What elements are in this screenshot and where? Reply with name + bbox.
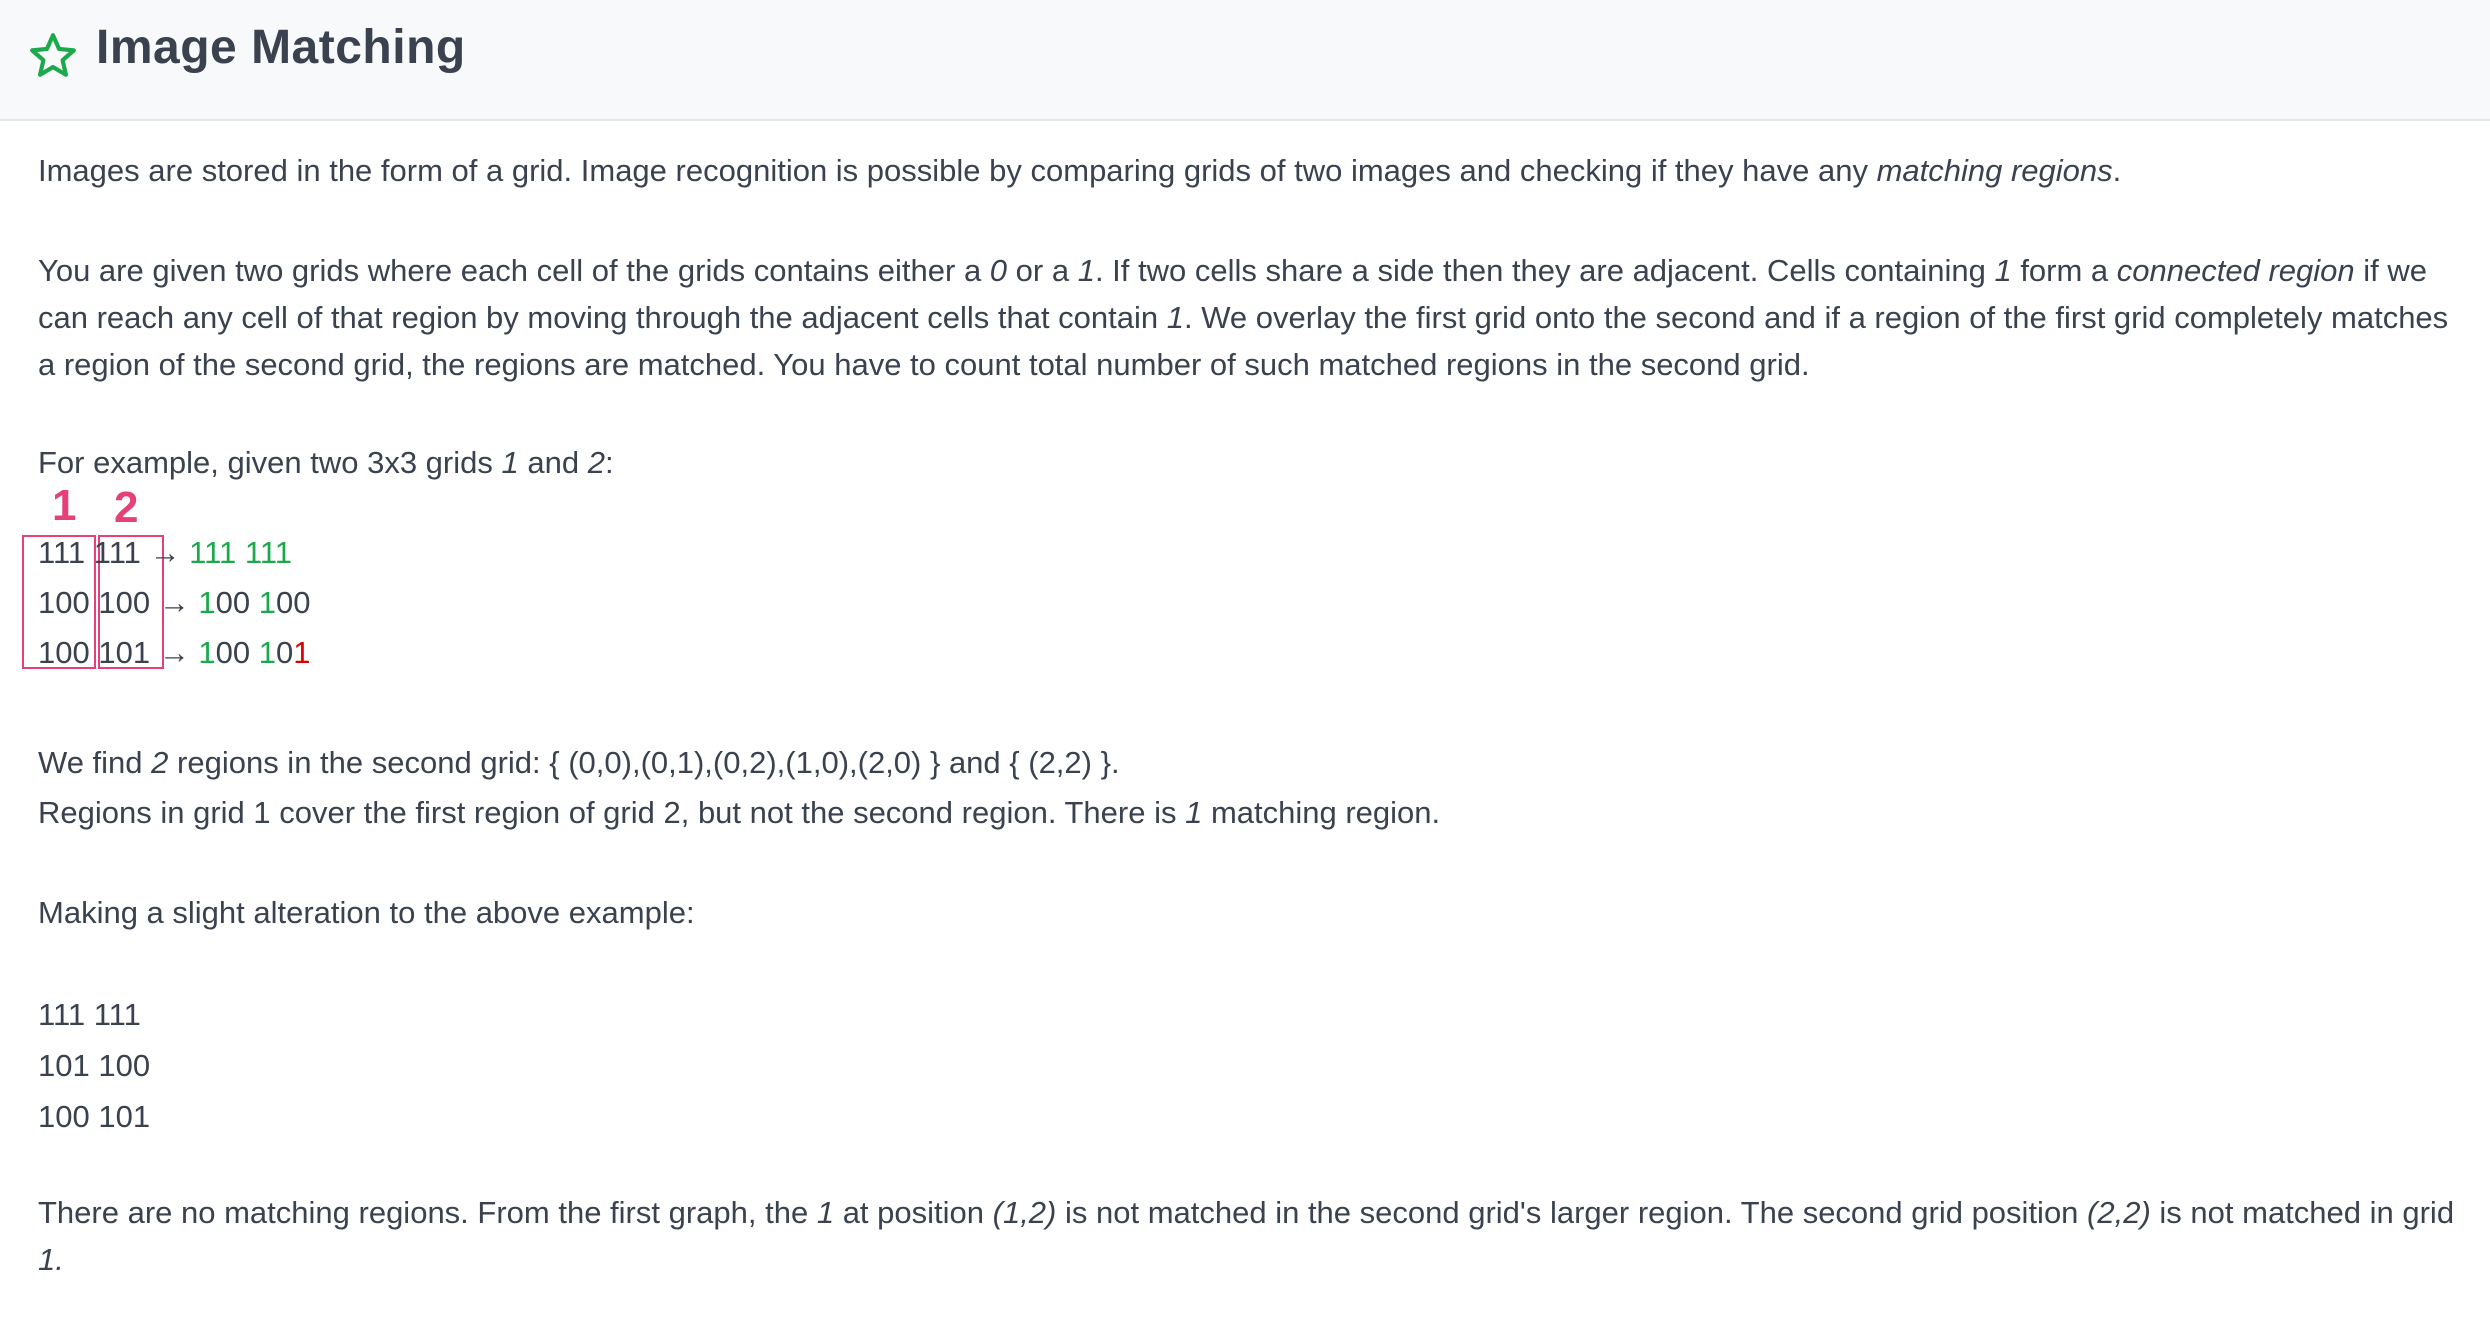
altered-grid: 111 111 101 100 100 101 (38, 989, 150, 1142)
alteration-intro: Making a slight alteration to the above … (38, 895, 695, 930)
page-header: Image Matching (0, 0, 2490, 121)
regions-found: We find 2 regions in the second grid: { … (38, 745, 1120, 780)
example-row: 100 101 → 100 101 (38, 635, 311, 670)
grid-label-2: 2 (114, 483, 139, 532)
grid-row: 100 101 (38, 1099, 151, 1134)
example-intro: For example, given two 3x3 grids 1 and 2… (38, 445, 614, 480)
intro-paragraph: Images are stored in the form of a grid.… (38, 153, 2122, 188)
example-row: 111 111 → 111 111 (38, 535, 292, 570)
page-title: Image Matching (96, 21, 466, 74)
grid-row: 111 111 (38, 997, 141, 1032)
example-row: 100 100 → 100 100 (38, 585, 311, 620)
conclusion-paragraph: There are no matching regions. From the … (38, 1195, 2455, 1277)
regions-covered: Regions in grid 1 cover the first region… (38, 795, 1441, 830)
grid-label-1: 1 (52, 481, 77, 530)
description-paragraph: You are given two grids where each cell … (38, 253, 2449, 382)
grid-row: 101 100 (38, 1048, 151, 1083)
star-icon[interactable] (28, 31, 78, 81)
